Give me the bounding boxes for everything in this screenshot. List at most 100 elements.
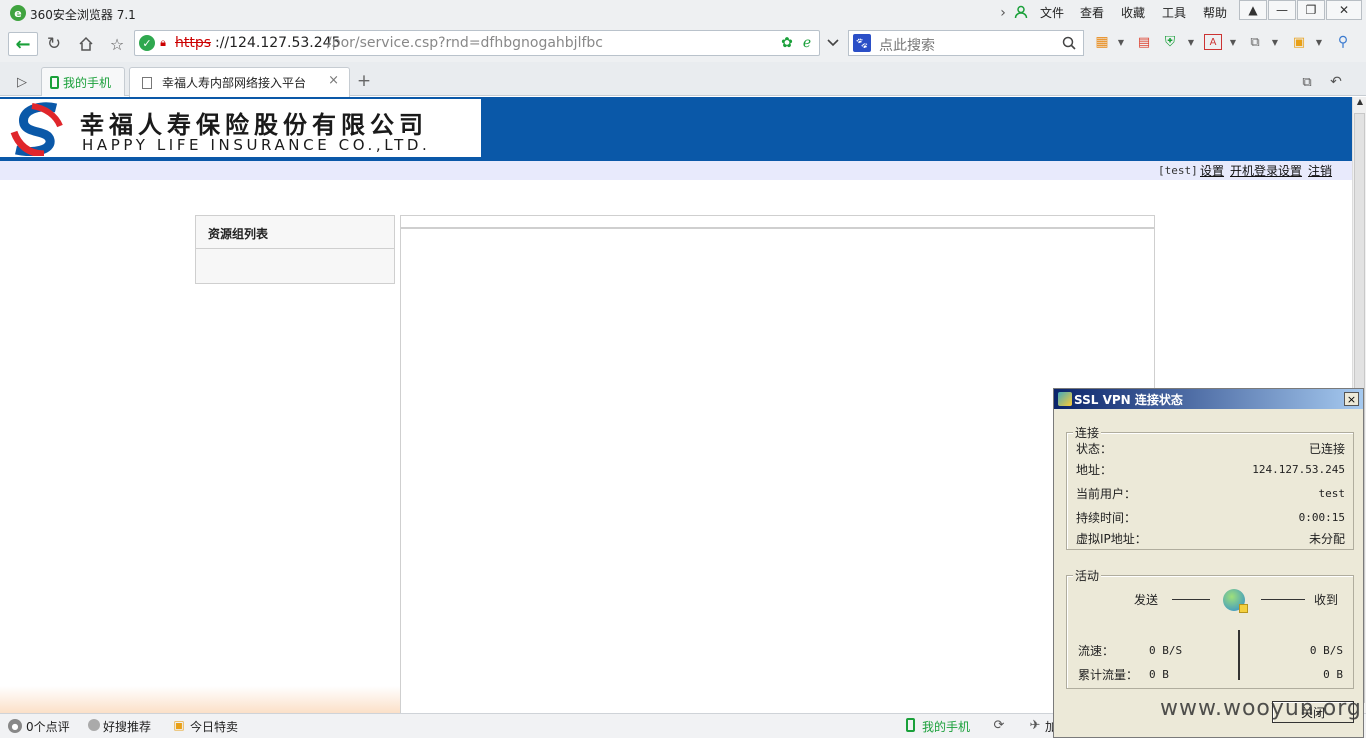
logout-link[interactable]: 注销 [1308, 162, 1332, 179]
startup-login-settings-link[interactable]: 开机登录设置 [1230, 162, 1302, 179]
search-box[interactable]: 🐾︎ 点此搜索 [848, 30, 1084, 56]
chevron-down-icon[interactable]: ▼ [1186, 36, 1196, 48]
resource-content-panel [400, 215, 1155, 715]
send-label: 发送 [1134, 593, 1159, 607]
shield-icon[interactable]: ⛨ [1162, 34, 1178, 50]
menu-help[interactable]: 帮助 [1203, 4, 1227, 21]
tab-close-icon[interactable]: × [328, 73, 339, 88]
vpn-status-dialog: SSL VPN 连接状态 × 连接 状态： 已连接 地址： 124.127.53… [1053, 388, 1364, 738]
scroll-up-icon[interactable]: ▲ [1354, 97, 1366, 109]
new-tab-icon[interactable]: + [354, 71, 374, 91]
translate-icon[interactable]: A [1204, 34, 1222, 50]
my-phone-link[interactable]: 我的手机 [922, 718, 970, 735]
page-icon [142, 76, 152, 89]
watermark: www.wooyun.org [1160, 696, 1362, 721]
speedup-icon[interactable]: ⟳ [991, 717, 1007, 733]
user-icon[interactable] [1013, 3, 1029, 21]
computer-icon [1239, 604, 1248, 613]
address-value: 124.127.53.245 [1252, 463, 1345, 476]
star-icon[interactable]: ☆ [107, 34, 127, 54]
vpn-dialog-title: SSL VPN 连接状态 [1074, 392, 1183, 407]
address-label: 地址： [1076, 463, 1113, 477]
maximize-icon[interactable]: ❐ [1297, 0, 1325, 20]
phone-icon[interactable] [906, 718, 915, 732]
total-send-value: 0 B [1149, 668, 1169, 681]
chevron-down-icon[interactable]: ▼ [1228, 36, 1238, 48]
deals-link[interactable]: 今日特卖 [190, 718, 238, 735]
search-icon[interactable] [1061, 35, 1077, 51]
plugin-icon[interactable]: ✈ [1027, 717, 1043, 733]
speed-label: 流速： [1078, 644, 1115, 658]
zoom-icon[interactable]: ⚲ [1334, 34, 1352, 50]
refresh-icon[interactable]: ↻ [44, 34, 64, 54]
comments-count[interactable]: 0个点评 [26, 718, 70, 735]
send-line [1172, 599, 1210, 600]
company-emblem-icon [10, 102, 63, 156]
home-icon[interactable] [76, 34, 96, 54]
gift-icon[interactable]: ▣ [172, 718, 186, 732]
undo-close-icon[interactable]: ↶ [1326, 73, 1346, 91]
virtual-ip-value: 未分配 [1308, 532, 1345, 546]
menu-favorites[interactable]: 收藏 [1121, 4, 1145, 21]
chevron-right-icon[interactable]: › [996, 4, 1010, 22]
sidebar-toggle-icon[interactable]: ▷ [12, 72, 32, 92]
url-scheme: https [175, 35, 212, 51]
gift-icon[interactable]: ▣ [1290, 34, 1308, 50]
menu-file[interactable]: 文件 [1040, 4, 1064, 21]
url-host: ://124.127.53.245 [215, 35, 341, 51]
tab-portal[interactable]: 幸福人寿内部网络接入平台 × [129, 67, 350, 97]
baidu-icon[interactable]: 🐾︎ [853, 34, 871, 52]
tab-list-icon[interactable]: ⧉ [1297, 73, 1317, 91]
speed-mode-icon[interactable]: ✿ [779, 35, 795, 51]
ie-mode-icon[interactable]: ℯ [799, 35, 815, 51]
recommend-link[interactable]: 好搜推荐 [103, 718, 151, 735]
apps-icon[interactable]: ▦ [1094, 34, 1110, 50]
minimize-icon[interactable]: — [1268, 0, 1296, 20]
chevron-down-icon[interactable]: ▼ [1270, 36, 1280, 48]
current-user-label: 当前用户： [1076, 487, 1137, 501]
chevron-down-icon[interactable]: ▼ [1116, 36, 1126, 48]
activity-divider [1238, 630, 1240, 680]
settings-link[interactable]: 设置 [1200, 162, 1224, 179]
speed-receive-value: 0 B/S [1309, 644, 1343, 657]
skin-icon[interactable]: ▲ [1239, 0, 1267, 20]
browser-logo-icon: e [10, 5, 26, 21]
search-placeholder: 点此搜索 [879, 38, 935, 54]
activity-group: 活动 发送 收到 流速： 0 B/S 0 B/S 累计流量： 0 B 0 B [1066, 567, 1354, 689]
vpn-dialog-titlebar[interactable]: SSL VPN 连接状态 [1054, 389, 1363, 409]
broken-lock-icon[interactable]: 🔒︎ [156, 35, 170, 51]
phone-icon [50, 75, 59, 89]
security-check-icon[interactable]: ✓ [139, 35, 155, 51]
screenshot-icon[interactable]: ⧉ [1246, 34, 1264, 50]
content-header [401, 216, 1154, 229]
back-icon[interactable]: ← [8, 32, 38, 56]
duration-label: 持续时间： [1076, 511, 1137, 525]
status-value: 已连接 [1308, 442, 1345, 456]
chevron-down-icon[interactable]: ▼ [1314, 36, 1324, 48]
url-path: /por/service.csp?rnd=dfhbgnogahbjlfbc [327, 35, 603, 51]
tab-label: 我的手机 [63, 75, 112, 90]
comment-icon[interactable]: ● [8, 719, 22, 733]
total-traffic-label: 累计流量： [1078, 668, 1139, 682]
recommend-icon[interactable] [88, 719, 100, 731]
receive-line [1261, 599, 1305, 600]
menu-view[interactable]: 查看 [1080, 4, 1104, 21]
user-bar: [test] 设置 开机登录设置 注销 [0, 161, 1352, 180]
total-receive-value: 0 B [1323, 668, 1343, 681]
calendar-icon[interactable]: ▤ [1136, 34, 1152, 50]
browser-title: 360安全浏览器 7.1 [30, 8, 136, 22]
company-logo: 幸福人寿保险股份有限公司 HAPPY LIFE INSURANCE CO.,LT… [0, 99, 481, 157]
close-window-icon[interactable]: ✕ [1326, 0, 1362, 20]
tab-my-phone[interactable]: 我的手机 [41, 67, 125, 96]
vpn-close-icon[interactable]: × [1344, 392, 1359, 406]
receive-label: 收到 [1314, 593, 1339, 607]
current-user-tag: [test] [1158, 164, 1198, 177]
connection-legend: 连接 [1073, 424, 1102, 441]
url-dropdown-icon[interactable] [822, 33, 844, 53]
duration-value: 0:00:15 [1298, 511, 1345, 524]
menu-tools[interactable]: 工具 [1162, 4, 1186, 21]
virtual-ip-label: 虚拟IP地址： [1076, 532, 1147, 546]
url-bar[interactable]: ✓ 🔒︎ https ://124.127.53.245 /por/servic… [134, 30, 820, 56]
company-name-en: HAPPY LIFE INSURANCE CO.,LTD. [82, 136, 431, 154]
resource-group-panel: 资源组列表 [195, 215, 395, 284]
